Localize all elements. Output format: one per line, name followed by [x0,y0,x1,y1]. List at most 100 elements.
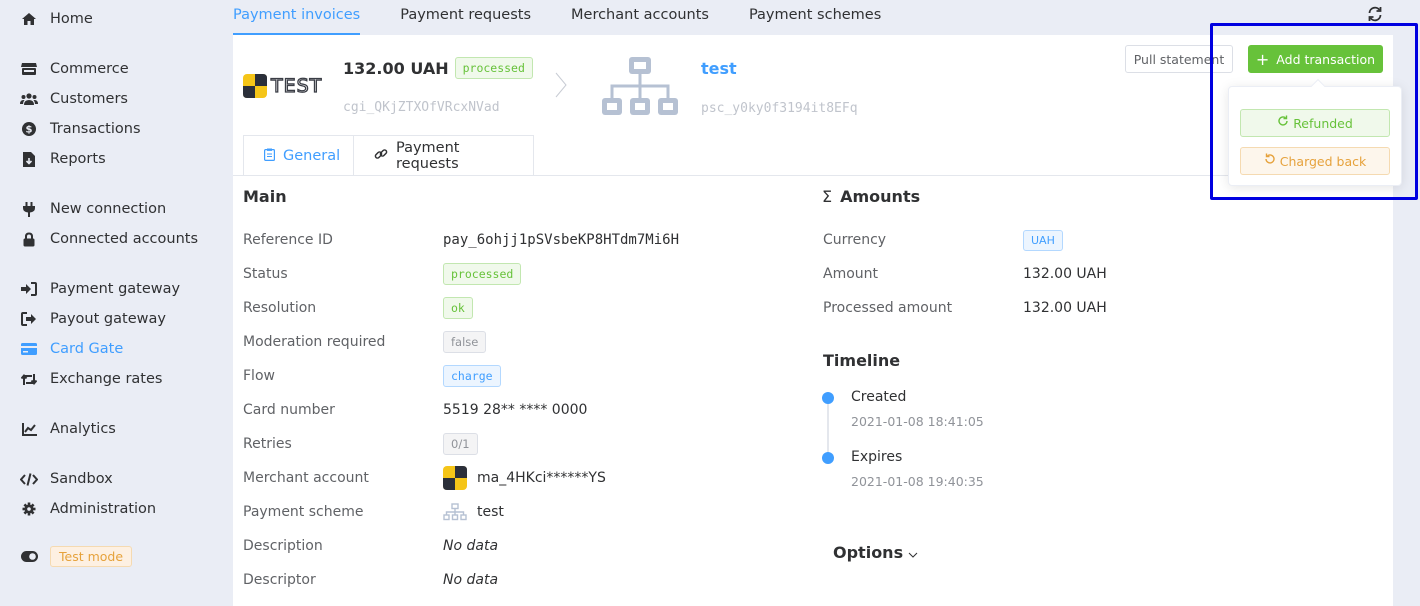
card-number-value: 5519 28** **** 0000 [443,402,588,418]
chevron-down-icon [908,543,918,562]
options-toggle[interactable]: Options [833,543,918,562]
sidebar-item-label: Commerce [50,61,129,77]
tab-payment-requests[interactable]: Payment requests [400,0,531,35]
redo-icon [1277,115,1289,131]
lock-icon [20,230,38,248]
sidebar-item-label: Exchange rates [50,371,163,387]
timeline-event-time: 2021-01-08 19:40:35 [851,474,984,489]
amount-value: 132.00 UAH [1023,266,1107,282]
sidebar-item-payment-gateway[interactable]: Payment gateway [20,279,180,299]
status-badge: processed [443,263,522,285]
test-mode-toggle[interactable]: Test mode [20,545,133,567]
detail-key: Payment scheme [243,504,364,520]
sidebar-item-administration[interactable]: Administration [20,499,156,519]
tab-general[interactable]: General [243,135,354,176]
tab-payment-invoices[interactable]: Payment invoices [233,0,361,35]
sidebar-item-connected-accounts[interactable]: Connected accounts [20,229,198,249]
amount-key: Processed amount [823,300,953,316]
description-value: No data [443,538,499,554]
amount-key: Currency [823,232,887,248]
merchant-account-value[interactable]: ma_4HKci******YS [443,466,606,490]
detail-key: Moderation required [243,334,386,350]
top-tabs: Payment invoices Payment requests Mercha… [233,0,921,35]
sidebar-item-home[interactable]: Home [20,9,93,29]
detail-key: Card number [243,402,335,418]
sitemap-icon [601,55,679,121]
tab-payment-requests-detail[interactable]: Payment requests [354,135,534,176]
svg-text:$: $ [26,125,33,136]
sidebar-item-card-gate[interactable]: Card Gate [20,339,123,359]
invoice-id: cgi_QKjZTXOfVRcxNVad [343,100,500,115]
store-icon [20,60,38,78]
tab-payment-requests-label: Payment requests [396,140,460,172]
detail-key: Resolution [243,300,317,316]
toggle-icon [20,547,38,565]
tab-general-label: General [283,148,341,164]
scheme-id: psc_y0ky0f3194it8EFq [701,101,858,116]
charged-back-label: Charged back [1279,153,1367,169]
detail-key: Description [243,538,323,554]
sidebar-item-sandbox[interactable]: Sandbox [20,469,113,489]
status-badge: processed [454,57,533,79]
sidebar-item-transactions[interactable]: $ Transactions [20,119,141,139]
sidebar-item-exchange-rates[interactable]: Exchange rates [20,369,162,389]
invoice-amount: 132.00 UAH [343,58,449,78]
detail-key: Descriptor [243,572,316,588]
sidebar-item-label: Sandbox [50,471,113,487]
timeline-title: Timeline [823,351,901,370]
users-icon [20,90,38,108]
sidebar-item-new-connection[interactable]: New connection [20,199,166,219]
checker-logo-icon [243,74,267,98]
sidebar-item-customers[interactable]: Customers [20,89,128,109]
detail-tabs: General Payment requests [243,135,534,176]
add-transaction-popover: Refunded Charged back [1228,78,1402,186]
processed-amount-value: 132.00 UAH [1023,300,1107,316]
plug-icon [20,200,38,218]
sidebar-item-analytics[interactable]: Analytics [20,419,116,439]
sidebar-item-label: Card Gate [50,341,124,357]
payment-scheme-name: test [477,504,504,520]
amounts-title-text: Amounts [840,187,921,206]
refunded-button[interactable]: Refunded [1240,109,1390,137]
home-icon [20,10,38,28]
detail-key: Status [243,266,288,282]
sidebar-item-label: Payout gateway [50,311,166,327]
descriptor-value: No data [443,572,499,588]
amount-key: Amount [823,266,879,282]
code-icon [20,470,38,488]
currency-badge: UAH [1023,229,1063,251]
moderation-badge: false [443,331,487,353]
sidebar-item-payout-gateway[interactable]: Payout gateway [20,309,166,329]
sidebar-item-label: Payment gateway [50,281,181,297]
sidebar-item-label: New connection [50,201,167,217]
sidebar-item-label: Transactions [50,121,141,137]
tab-payment-schemes[interactable]: Payment schemes [749,0,881,35]
chevron-right-icon [555,72,567,105]
gear-icon [20,500,38,518]
credit-card-icon [20,340,38,358]
sigma-icon: Σ [822,187,833,206]
retries-badge: 0/1 [443,433,478,455]
sitemap-icon [443,503,467,521]
pull-statement-button[interactable]: Pull statement [1125,45,1233,73]
refresh-icon[interactable] [1367,6,1385,24]
invoice-card: TEST 132.00 UAH processed cgi_QKjZTXOfVR… [233,35,1393,606]
sidebar: Home Commerce Customers $ Transactions R… [0,0,232,606]
charged-back-button[interactable]: Charged back [1240,147,1390,175]
sign-out-icon [20,310,38,328]
add-transaction-button[interactable]: + Add transaction [1248,45,1383,73]
reference-id-value[interactable]: pay_6ohjj1pSVsbeKP8HTdm7Mi6H [443,232,679,248]
merchant-logo: TEST [243,74,322,98]
sidebar-item-commerce[interactable]: Commerce [20,59,129,79]
timeline-dot [822,452,834,464]
logo-text: TEST [270,74,323,97]
timeline-event-title: Expires [851,449,903,465]
sidebar-item-reports[interactable]: Reports [20,149,106,169]
file-download-icon [20,150,38,168]
payment-scheme-value[interactable]: test [443,503,504,521]
tab-merchant-accounts[interactable]: Merchant accounts [571,0,709,35]
retweet-icon [20,370,38,388]
plus-icon: + [1255,49,1270,69]
scheme-name-link[interactable]: test [701,59,737,78]
add-transaction-label: Add transaction [1276,51,1376,67]
